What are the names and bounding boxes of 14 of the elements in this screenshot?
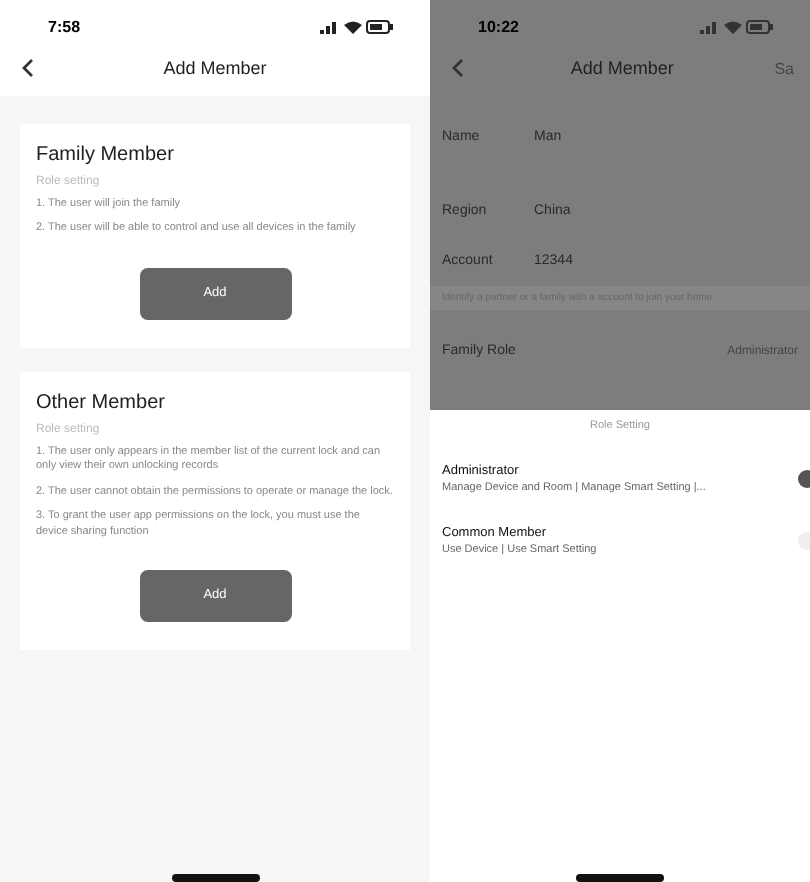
wifi-icon (344, 19, 362, 33)
signal-icon (700, 19, 720, 33)
screen-title: Add Member (568, 58, 676, 78)
signal-icon (320, 19, 340, 33)
wifi-icon (724, 19, 742, 33)
screen-title: Add Member (161, 58, 269, 78)
home-indicator (171, 874, 259, 882)
home-indicator (576, 874, 664, 882)
status-time: 7:58 (48, 17, 81, 35)
battery-icon (366, 19, 394, 33)
card-title: Other Member (36, 391, 167, 414)
battery-icon (746, 19, 774, 33)
card-title: Family Member (36, 144, 176, 166)
status-time: 10:22 (478, 17, 519, 35)
